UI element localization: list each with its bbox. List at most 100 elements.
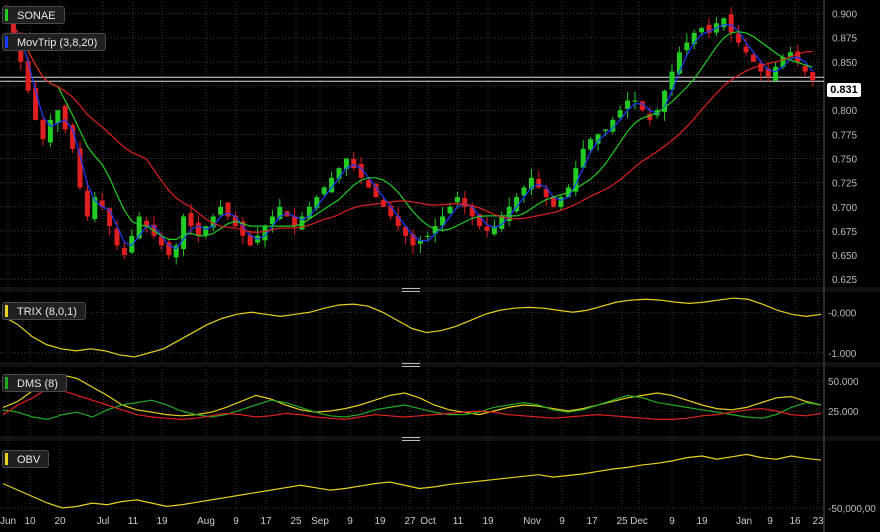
candle-body [55, 110, 61, 123]
x-tick-label: 17 [586, 516, 598, 527]
obv-color-swatch [5, 453, 8, 465]
panel-divider [0, 362, 880, 367]
x-tick-label: 9 [347, 516, 353, 527]
dms-label[interactable]: DMS (8) [2, 374, 67, 392]
candle-body [351, 158, 357, 169]
candle-body [25, 61, 31, 91]
trix-line [2, 297, 822, 358]
candle-body [84, 190, 90, 217]
candle-body [588, 139, 594, 150]
candle-body [810, 71, 816, 81]
candle-body [743, 46, 749, 53]
dms-color-swatch [5, 377, 8, 389]
x-tick-label: Sep [311, 516, 329, 527]
y-tick-label: 0.775 [832, 130, 857, 141]
y-tick-label: 0.700 [832, 203, 857, 214]
candle-body [447, 206, 453, 214]
candle-body [121, 247, 127, 256]
candle-body [728, 14, 734, 33]
y-tick-label: -1.000 [828, 349, 857, 360]
x-tick-label: 9 [559, 516, 565, 527]
candle-body [632, 100, 638, 102]
chart-canvas: 0.9000.8750.8500.8250.8000.7750.7500.725… [0, 0, 880, 532]
x-tick-label: 10 [24, 516, 36, 527]
candle-body [181, 216, 187, 249]
instrument-color-swatch [5, 9, 8, 21]
x-tick-label: Aug [197, 516, 215, 527]
candle-body [802, 65, 808, 72]
candle-body [602, 129, 608, 131]
trix-label[interactable]: TRIX (8,0,1) [2, 302, 86, 320]
x-tick-label: 19 [696, 516, 708, 527]
y-tick-label: 0.725 [832, 179, 857, 190]
x-tick-label: Nov [523, 516, 541, 527]
candle-body [366, 180, 372, 188]
y-tick-label: -50,000,00 [828, 504, 876, 515]
candle-body [462, 198, 468, 207]
candle-body [699, 28, 705, 33]
movtrip-label[interactable]: MovTrip (3,8,20) [2, 33, 107, 51]
panel-divider [0, 287, 880, 292]
x-tick-label: 9 [767, 516, 773, 527]
y-tick-label: 50.000 [828, 377, 859, 388]
x-tick-label: Jul [97, 516, 110, 527]
ma-slow-line [5, 17, 813, 233]
y-tick-label: 25.000 [828, 407, 859, 418]
x-tick-label: 23 [812, 516, 824, 527]
x-tick-label: 9 [669, 516, 675, 527]
x-tick-label: Jan [736, 516, 752, 527]
x-tick-label: 25 [616, 516, 628, 527]
y-tick-label: 0.850 [832, 58, 857, 69]
candle-body [195, 222, 201, 236]
candle-body [454, 197, 460, 203]
obv-label[interactable]: OBV [2, 450, 50, 468]
x-tick-label: 19 [156, 516, 168, 527]
x-tick-label: 20 [54, 516, 66, 527]
y-tick-label: 0.800 [832, 106, 857, 117]
candle-body [684, 42, 690, 51]
panel-splitter-obv[interactable] [402, 437, 420, 441]
x-tick-label: 27 [404, 516, 416, 527]
y-tick-label: 0.650 [832, 251, 857, 262]
x-tick-label: 19 [482, 516, 494, 527]
candle-body [558, 197, 564, 207]
candle-body [750, 54, 756, 62]
x-tick-label: 11 [453, 516, 464, 527]
candle-body [321, 187, 327, 195]
x-tick-label: Oct [420, 516, 436, 527]
x-tick-label: 11 [128, 516, 139, 527]
y-tick-label: 0.750 [832, 154, 857, 165]
candle-body [218, 206, 224, 215]
candle-body [617, 110, 623, 118]
y-tick-label: -0.000 [828, 308, 857, 319]
obv-line [2, 453, 822, 509]
candle-body [203, 226, 209, 236]
x-tick-label: 16 [789, 516, 801, 527]
candle-body [536, 178, 542, 188]
panel-splitter-dms[interactable] [402, 363, 420, 367]
x-tick-label: 25 [290, 516, 302, 527]
candle-body [625, 100, 631, 109]
y-tick-label: 0.875 [832, 34, 857, 45]
trix-color-swatch [5, 305, 8, 317]
candle-body [425, 235, 431, 237]
y-tick-label: 0.675 [832, 227, 857, 238]
candle-body [188, 212, 194, 227]
candle-body [40, 119, 46, 140]
ma-mid-line [5, 17, 813, 240]
x-tick-label: 19 [374, 516, 386, 527]
panel-divider [0, 436, 880, 441]
movtrip-color-swatch [5, 36, 8, 48]
instrument-label[interactable]: SONAE [2, 6, 65, 24]
candle-body [484, 226, 490, 231]
candle-body [62, 105, 68, 130]
x-tick-label: Jun [0, 516, 16, 527]
x-tick-label: 9 [233, 516, 239, 527]
last-price-badge: 0.831 [827, 83, 861, 97]
panel-splitter-trix[interactable] [402, 288, 420, 292]
y-tick-label: 0.900 [832, 10, 857, 21]
candle-body [395, 216, 401, 227]
candle-body [773, 66, 779, 81]
x-tick-label: 17 [260, 516, 272, 527]
x-tick-label: Dec [630, 516, 648, 527]
